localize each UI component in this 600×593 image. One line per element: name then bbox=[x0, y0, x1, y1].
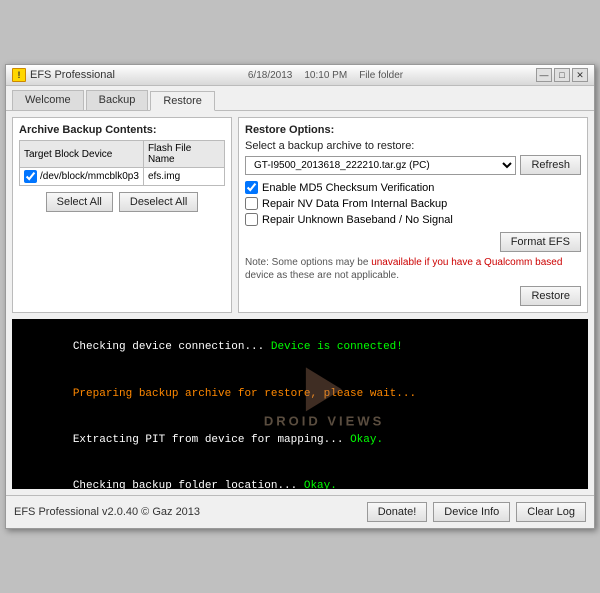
deselect-all-button[interactable]: Deselect All bbox=[119, 192, 198, 212]
console-status-4: Okay. bbox=[304, 480, 337, 489]
md5-checkbox[interactable] bbox=[245, 181, 258, 194]
console-line-2: Preparing backup archive for restore, pl… bbox=[20, 371, 580, 417]
minimize-button[interactable]: — bbox=[536, 68, 552, 82]
format-efs-button[interactable]: Format EFS bbox=[500, 232, 581, 252]
file-time: 10:10 PM bbox=[304, 70, 347, 81]
window-title: EFS Professional bbox=[30, 69, 115, 81]
baseband-checkbox-row: Repair Unknown Baseband / No Signal bbox=[245, 213, 581, 226]
version-text: EFS Professional v2.0.40 © Gaz 2013 bbox=[14, 506, 200, 518]
restore-options-title: Restore Options: bbox=[245, 124, 581, 136]
select-archive-label: Select a backup archive to restore: bbox=[245, 140, 581, 152]
restore-btn-row: Restore bbox=[245, 286, 581, 306]
console-text-1: Checking device connection... bbox=[73, 341, 271, 353]
format-btn-row: Format EFS bbox=[245, 232, 581, 252]
footer: EFS Professional v2.0.40 © Gaz 2013 Dona… bbox=[6, 495, 594, 528]
baseband-label: Repair Unknown Baseband / No Signal bbox=[262, 214, 453, 226]
table-row: /dev/block/mmcblk0p3 efs.img bbox=[20, 168, 225, 186]
console-text-4: Checking backup folder location... bbox=[73, 480, 304, 489]
md5-label: Enable MD5 Checksum Verification bbox=[262, 182, 434, 194]
restore-button[interactable]: Restore bbox=[520, 286, 581, 306]
console-area: Checking device connection... Device is … bbox=[12, 319, 588, 489]
main-window: ! EFS Professional 6/18/2013 10:10 PM Fi… bbox=[5, 64, 595, 529]
title-bar-info: 6/18/2013 10:10 PM File folder bbox=[248, 70, 403, 81]
title-bar-buttons: — □ ✕ bbox=[536, 68, 588, 82]
archive-backup-title: Archive Backup Contents: bbox=[19, 124, 225, 136]
donate-button[interactable]: Donate! bbox=[367, 502, 428, 522]
device-checkbox[interactable] bbox=[24, 170, 37, 183]
col-target-device: Target Block Device bbox=[20, 141, 144, 168]
maximize-button[interactable]: □ bbox=[554, 68, 570, 82]
unavailable-text: unavailable if you have a Qualcomm based bbox=[371, 257, 562, 268]
tab-backup[interactable]: Backup bbox=[86, 90, 149, 110]
tab-bar: Welcome Backup Restore bbox=[6, 86, 594, 111]
title-bar-left: ! EFS Professional bbox=[12, 68, 115, 82]
console-wrapper: Checking device connection... Device is … bbox=[6, 319, 594, 489]
archive-dropdown[interactable]: GT-I9500_2013618_222210.tar.gz (PC) bbox=[245, 156, 516, 175]
tab-welcome[interactable]: Welcome bbox=[12, 90, 84, 110]
console-status-3: Okay. bbox=[350, 434, 383, 446]
refresh-button[interactable]: Refresh bbox=[520, 155, 581, 175]
col-flash-file: Flash File Name bbox=[143, 141, 224, 168]
baseband-checkbox[interactable] bbox=[245, 213, 258, 226]
console-status-1: Device is connected! bbox=[271, 341, 403, 353]
main-content: Archive Backup Contents: Target Block De… bbox=[6, 111, 594, 319]
note-text: Note: Some options may be unavailable if… bbox=[245, 256, 581, 282]
md5-checkbox-row: Enable MD5 Checksum Verification bbox=[245, 181, 581, 194]
console-line-4: Checking backup folder location... Okay. bbox=[20, 464, 580, 489]
device-cell: /dev/block/mmcblk0p3 bbox=[20, 168, 144, 186]
archive-table: Target Block Device Flash File Name /dev… bbox=[19, 140, 225, 186]
footer-buttons: Donate! Device Info Clear Log bbox=[367, 502, 586, 522]
nv-repair-checkbox-row: Repair NV Data From Internal Backup bbox=[245, 197, 581, 210]
console-text-3: Extracting PIT from device for mapping..… bbox=[73, 434, 350, 446]
nv-repair-label: Repair NV Data From Internal Backup bbox=[262, 198, 447, 210]
file-date: 6/18/2013 bbox=[248, 70, 293, 81]
clear-log-button[interactable]: Clear Log bbox=[516, 502, 586, 522]
device-info-button[interactable]: Device Info bbox=[433, 502, 510, 522]
left-panel: Archive Backup Contents: Target Block De… bbox=[12, 117, 232, 313]
tab-restore[interactable]: Restore bbox=[150, 91, 215, 111]
device-path: /dev/block/mmcblk0p3 bbox=[40, 171, 139, 182]
console-text-2: Preparing backup archive for restore, pl… bbox=[73, 388, 416, 400]
archive-btn-row: Select All Deselect All bbox=[19, 192, 225, 212]
file-type: File folder bbox=[359, 70, 403, 81]
flash-file-name: efs.img bbox=[148, 171, 180, 182]
right-panel: Restore Options: Select a backup archive… bbox=[238, 117, 588, 313]
dropdown-row: GT-I9500_2013618_222210.tar.gz (PC) Refr… bbox=[245, 155, 581, 175]
close-button[interactable]: ✕ bbox=[572, 68, 588, 82]
console-line-1: Checking device connection... Device is … bbox=[20, 325, 580, 371]
nv-repair-checkbox[interactable] bbox=[245, 197, 258, 210]
warning-icon: ! bbox=[12, 68, 26, 82]
console-line-3: Extracting PIT from device for mapping..… bbox=[20, 417, 580, 463]
title-bar: ! EFS Professional 6/18/2013 10:10 PM Fi… bbox=[6, 65, 594, 86]
select-all-button[interactable]: Select All bbox=[46, 192, 113, 212]
flash-file-cell: efs.img bbox=[143, 168, 224, 186]
